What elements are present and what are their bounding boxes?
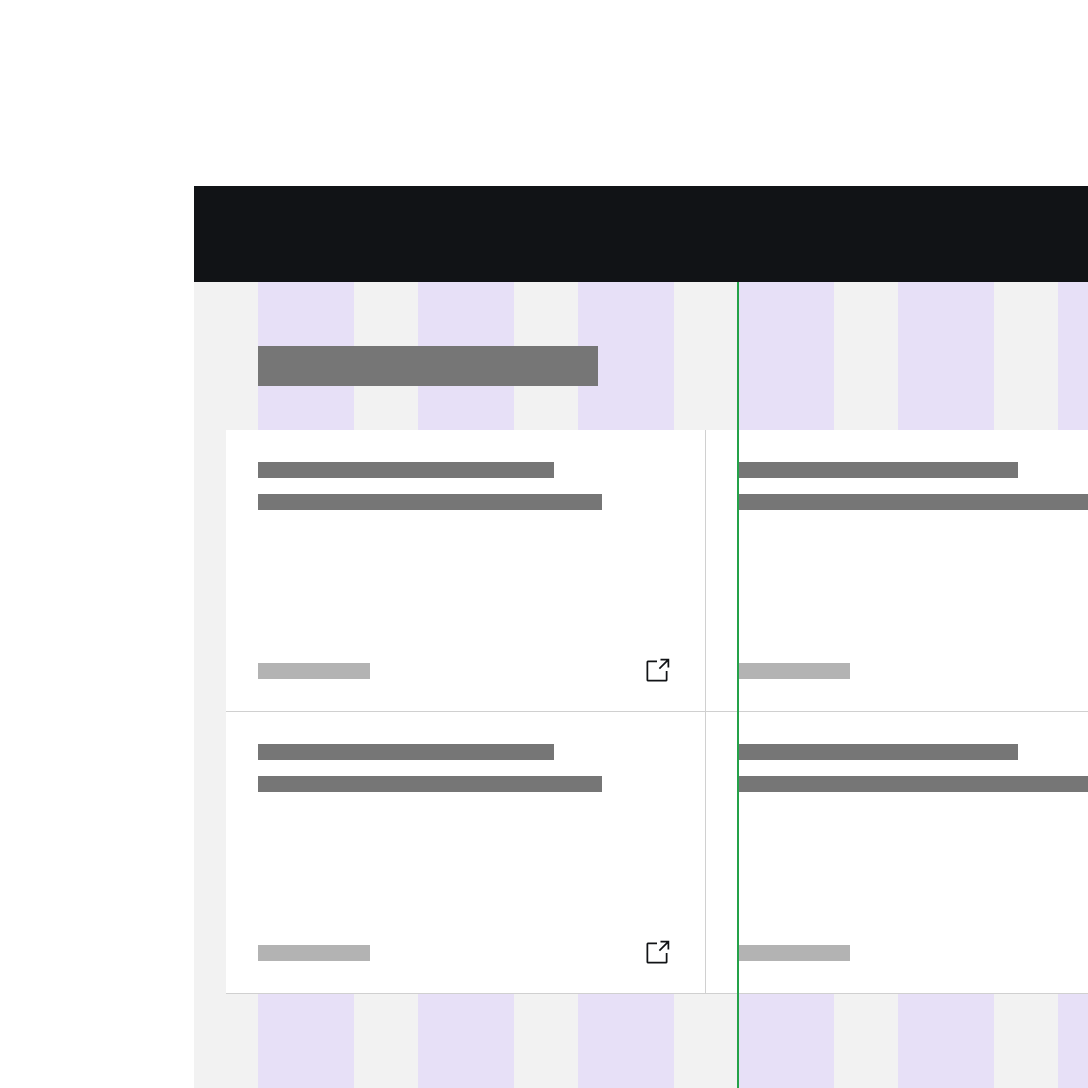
card-description-skeleton xyxy=(738,494,1088,510)
page-canvas xyxy=(194,186,1088,1088)
card-title-skeleton xyxy=(738,462,1018,478)
alignment-guide-line xyxy=(737,282,739,1088)
card-title-skeleton xyxy=(258,462,554,478)
card-grid xyxy=(226,430,1088,994)
content-card[interactable] xyxy=(706,712,1088,994)
card-description-skeleton xyxy=(738,776,1088,792)
content-card[interactable] xyxy=(226,430,706,712)
launch-icon xyxy=(643,657,671,685)
content-card[interactable] xyxy=(226,712,706,994)
page-heading-skeleton xyxy=(258,346,598,386)
card-title-skeleton xyxy=(738,744,1018,760)
card-meta-skeleton xyxy=(738,945,850,961)
card-meta-skeleton xyxy=(738,663,850,679)
card-meta-skeleton xyxy=(258,663,370,679)
card-description-skeleton xyxy=(258,494,602,510)
card-meta-skeleton xyxy=(258,945,370,961)
content-card[interactable] xyxy=(706,430,1088,712)
card-title-skeleton xyxy=(258,744,554,760)
launch-icon xyxy=(643,939,671,967)
launch-button[interactable] xyxy=(641,655,673,687)
top-navigation-bar xyxy=(194,186,1088,282)
card-description-skeleton xyxy=(258,776,602,792)
launch-button[interactable] xyxy=(641,937,673,969)
